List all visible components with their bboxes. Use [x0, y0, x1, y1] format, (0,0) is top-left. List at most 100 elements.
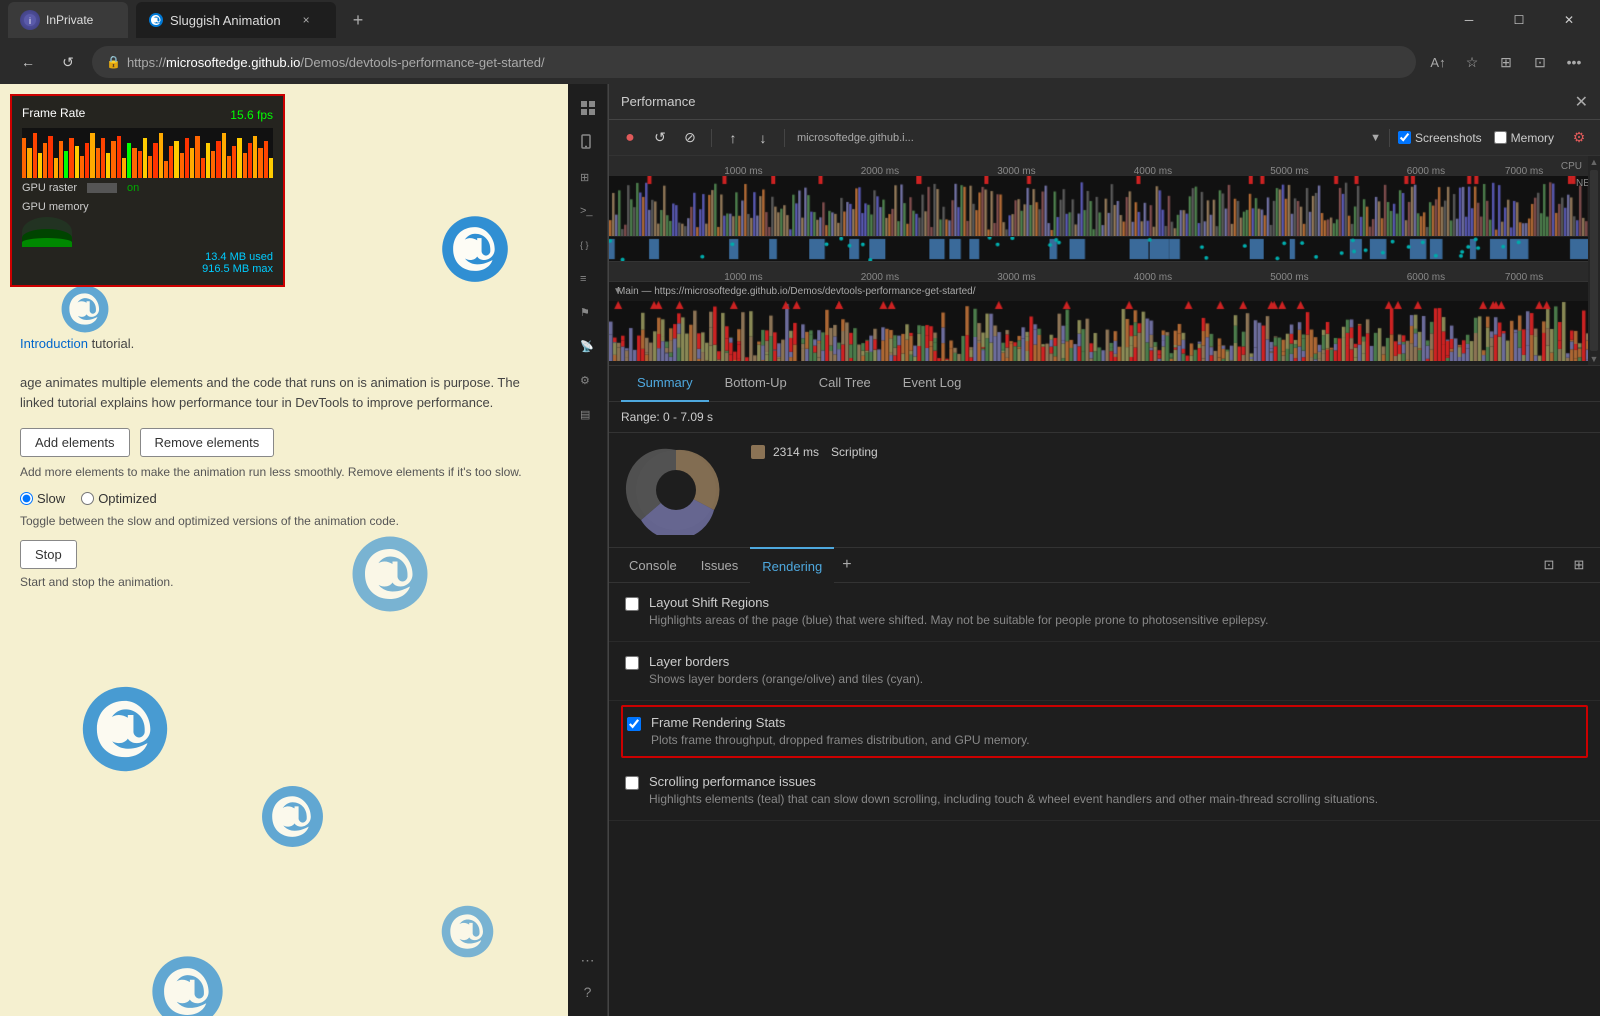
fps-bars: [22, 128, 273, 178]
scripting-ms: 2314 ms: [773, 445, 819, 459]
frame-rate-overlay: Frame Rate 15.6 fps: [10, 94, 285, 287]
call-tree-tab[interactable]: Call Tree: [803, 366, 887, 402]
add-tab-btn[interactable]: +: [834, 556, 859, 574]
bottom-tab-icons: ⊡ ⊞: [1536, 552, 1592, 578]
more-btn[interactable]: •••: [1560, 48, 1588, 76]
settings-btn[interactable]: ⚙: [1566, 125, 1592, 151]
window-controls: ─ ☐ ✕: [1446, 4, 1592, 36]
svg-text:≡: ≡: [580, 273, 586, 285]
range-text: Range: 0 - 7.09 s: [609, 402, 1600, 433]
timeline-area: 1000 ms 2000 ms 3000 ms 4000 ms 5000 ms …: [609, 156, 1600, 366]
browser-chrome: i InPrivate Sluggish Animation × + ─ ☐ ✕…: [0, 0, 1600, 84]
dock-side-btn[interactable]: ⊡: [1536, 552, 1562, 578]
scrollbar-thumb[interactable]: [1590, 170, 1598, 351]
back-btn[interactable]: ←: [12, 46, 44, 78]
scrollbar-up[interactable]: ▲: [1588, 156, 1600, 168]
more-tools-icon[interactable]: ⋯: [572, 944, 604, 976]
edge-favicon: [148, 12, 164, 28]
memory-checkbox[interactable]: [1494, 131, 1507, 144]
collections-btn[interactable]: ⊡: [1526, 48, 1554, 76]
layer-borders-item: Layer borders Shows layer borders (orang…: [625, 654, 1584, 688]
ls-bottom: ⋯ ?: [572, 944, 604, 1008]
layout-shift-checkbox[interactable]: [625, 597, 639, 611]
svg-text:>_: >_: [580, 205, 593, 217]
timeline-scrollbar[interactable]: ▲ ▼: [1588, 156, 1600, 365]
application-icon[interactable]: ⚙: [572, 364, 604, 396]
body-text: age animates multiple elements and the c…: [20, 375, 520, 410]
download-btn[interactable]: ↓: [750, 125, 776, 151]
layer-borders-checkbox[interactable]: [625, 656, 639, 670]
stop-btn[interactable]: Stop: [20, 540, 77, 569]
rendering-tab[interactable]: Rendering: [750, 547, 834, 583]
focus-panel-btn[interactable]: ⊞: [1566, 552, 1592, 578]
cpu-bars: [609, 176, 1600, 236]
summary-tab[interactable]: Summary: [621, 366, 709, 402]
edge-logo-5: [260, 784, 325, 849]
reader-mode-btn[interactable]: A↑: [1424, 48, 1452, 76]
layout-shift-section: Layout Shift Regions Highlights areas of…: [609, 583, 1600, 642]
svg-text:📡: 📡: [580, 339, 594, 353]
scripting-color: [751, 445, 765, 459]
security-icon[interactable]: ▤: [572, 398, 604, 430]
refresh-btn[interactable]: ↺: [52, 46, 84, 78]
remove-elements-btn[interactable]: Remove elements: [140, 428, 275, 457]
inprivate-tab[interactable]: i InPrivate: [8, 2, 128, 38]
reload-record-btn[interactable]: ↺: [647, 125, 673, 151]
console-tab[interactable]: Console: [617, 547, 689, 583]
svg-text:⊞: ⊞: [580, 172, 589, 184]
record-btn[interactable]: ●: [617, 125, 643, 151]
scrollbar-down[interactable]: ▼: [1588, 353, 1600, 365]
close-window-btn[interactable]: ✕: [1546, 4, 1592, 36]
performance-panel: Performance ✕ ● ↺ ⊘ ↑ ↓ microsoftedge.gi…: [608, 84, 1600, 1016]
scrolling-perf-section: Scrolling performance issues Highlights …: [609, 762, 1600, 821]
memory-label: Memory: [1511, 131, 1554, 145]
split-btn[interactable]: ⊞: [1492, 48, 1520, 76]
collapse-icon[interactable]: ▼: [613, 286, 623, 297]
upload-btn[interactable]: ↑: [720, 125, 746, 151]
cpu-label: CPU: [1561, 161, 1582, 172]
new-tab-btn[interactable]: +: [344, 6, 372, 34]
network-icon[interactable]: ≡: [572, 262, 604, 294]
perf-toolbar: ● ↺ ⊘ ↑ ↓ microsoftedge.github.i... ▼ Sc…: [609, 120, 1600, 156]
sources-icon[interactable]: { }: [572, 228, 604, 260]
tab-close-btn[interactable]: ×: [303, 13, 310, 27]
device-mode-icon[interactable]: [572, 126, 604, 158]
console-icon[interactable]: >_: [572, 194, 604, 226]
maximize-btn[interactable]: ☐: [1496, 4, 1542, 36]
url-dropdown[interactable]: ▼: [1370, 132, 1381, 144]
intro-link[interactable]: Introduction: [20, 336, 88, 351]
edge-logo-1: [440, 214, 510, 284]
frame-rate-title: Frame Rate: [22, 106, 85, 120]
screenshots-checkbox[interactable]: [1398, 131, 1411, 144]
event-log-tab[interactable]: Event Log: [887, 366, 978, 402]
toolbar-separator-2: [784, 129, 785, 147]
minimize-btn[interactable]: ─: [1446, 4, 1492, 36]
frame-rendering-checkbox[interactable]: [627, 717, 641, 731]
bottom-up-tab[interactable]: Bottom-Up: [709, 366, 803, 402]
memory-icon[interactable]: 📡: [572, 330, 604, 362]
svg-text:⚙: ⚙: [580, 375, 590, 387]
performance-icon[interactable]: ⚑: [572, 296, 604, 328]
clear-btn[interactable]: ⊘: [677, 125, 703, 151]
optimized-radio[interactable]: [81, 492, 94, 505]
edge-logo-7: [150, 954, 225, 1016]
scrolling-perf-checkbox[interactable]: [625, 776, 639, 790]
favorites-btn[interactable]: ☆: [1458, 48, 1486, 76]
bottom-panel: Range: 0 - 7.09 s 2314 ms: [609, 402, 1600, 1016]
perf-close-btn[interactable]: ✕: [1575, 92, 1588, 112]
screenshots-checkbox-label[interactable]: Screenshots: [1398, 131, 1482, 145]
address-input[interactable]: 🔒 https://microsoftedge.github.io/Demos/…: [92, 46, 1416, 78]
optimized-radio-label[interactable]: Optimized: [81, 491, 157, 506]
help-icon[interactable]: ?: [572, 976, 604, 1008]
memory-checkbox-label[interactable]: Memory: [1494, 131, 1554, 145]
slow-radio[interactable]: [20, 492, 33, 505]
toolbar-url: microsoftedge.github.i...: [793, 132, 1366, 144]
elements-icon[interactable]: ⊞: [572, 160, 604, 192]
slow-radio-label[interactable]: Slow: [20, 491, 65, 506]
inspect-icon[interactable]: [572, 92, 604, 124]
add-elements-btn[interactable]: Add elements: [20, 428, 130, 457]
lock-icon: 🔒: [106, 55, 121, 69]
active-tab[interactable]: Sluggish Animation ×: [136, 2, 336, 38]
issues-tab[interactable]: Issues: [689, 547, 751, 583]
main-track: [609, 301, 1600, 361]
